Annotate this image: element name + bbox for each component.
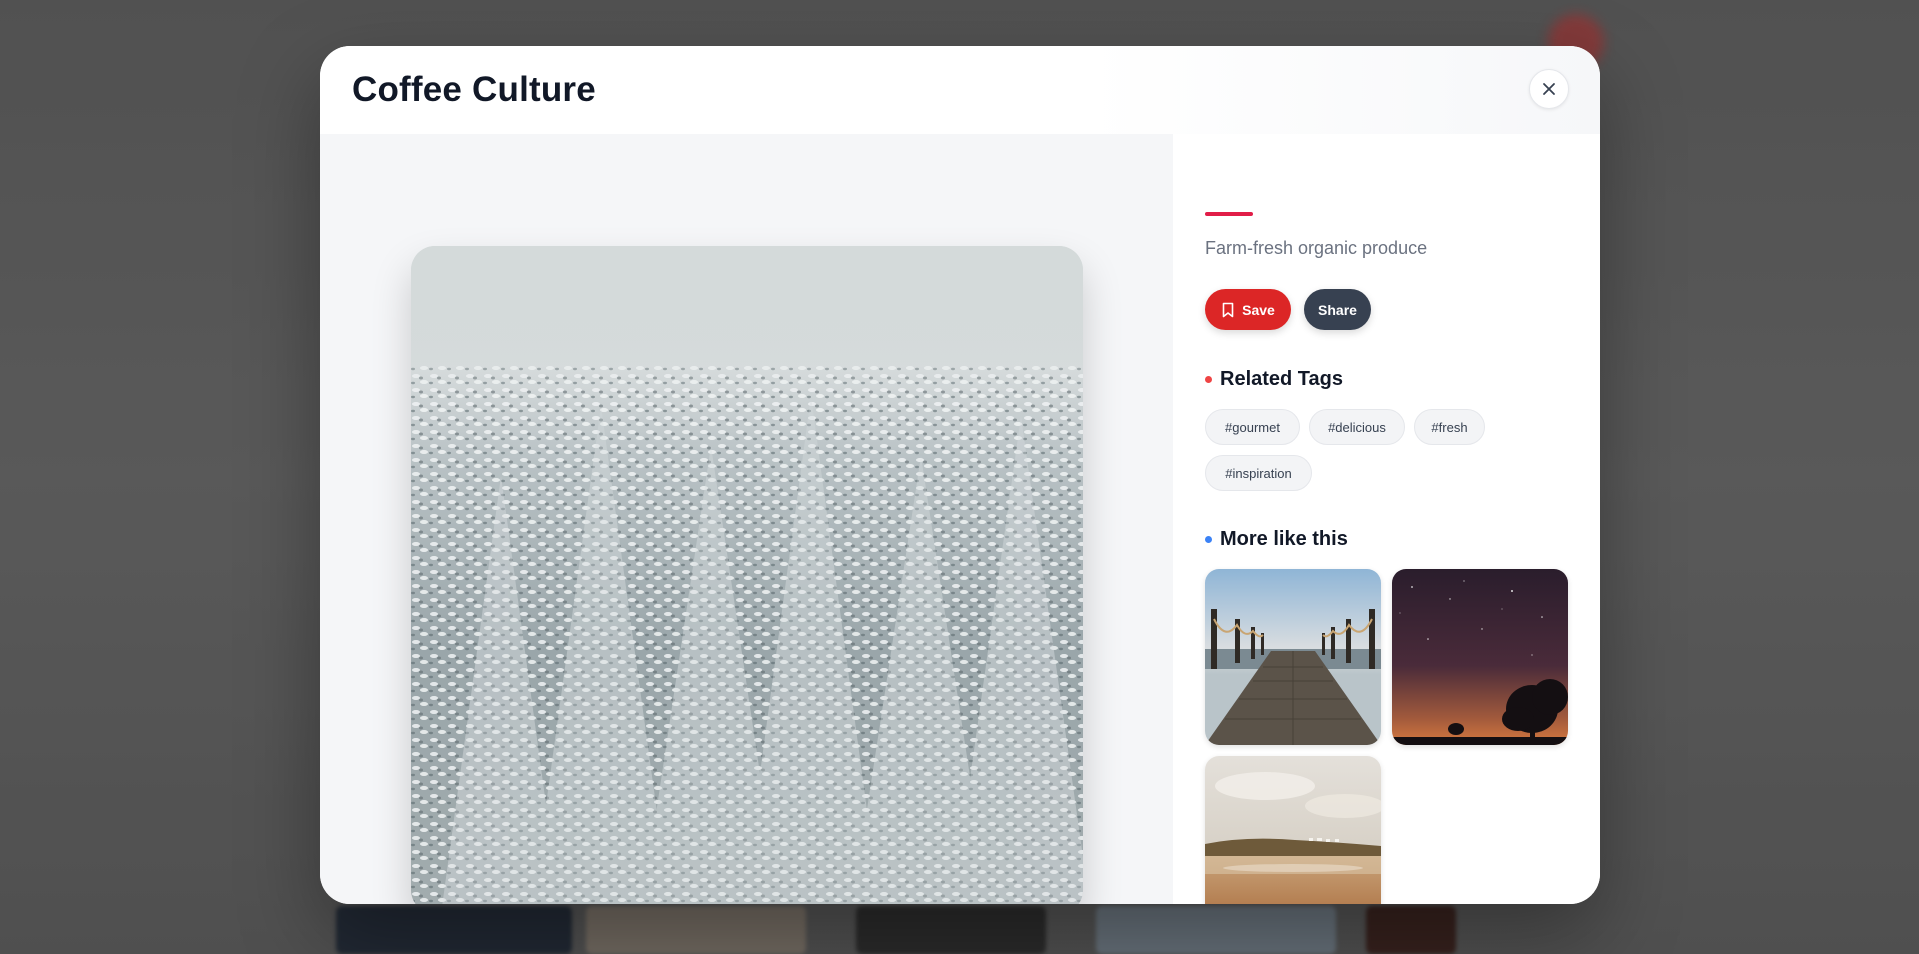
modal-title: Coffee Culture — [352, 70, 596, 109]
tag-delicious[interactable]: #delicious — [1309, 409, 1405, 445]
save-button[interactable]: Save — [1205, 289, 1291, 330]
accent-bar — [1205, 212, 1253, 216]
hero-image[interactable] — [411, 246, 1083, 904]
close-icon — [1543, 83, 1555, 95]
pin-detail-modal: Coffee Culture Farm-fresh organic produc… — [320, 46, 1600, 904]
beach-photo — [1205, 756, 1381, 904]
related-tags-heading: Related Tags — [1205, 368, 1343, 391]
snowy-forest-photo — [411, 246, 1083, 904]
related-tags-heading-text: Related Tags — [1220, 368, 1343, 390]
details-pane: Farm-fresh organic produce Save Share Re… — [1173, 134, 1600, 904]
tag-fresh[interactable]: #fresh — [1414, 409, 1485, 445]
related-pin-pier[interactable] — [1205, 569, 1381, 745]
more-like-this-heading: More like this — [1205, 528, 1348, 551]
more-like-this-dot — [1205, 536, 1212, 543]
related-pin-beach[interactable] — [1205, 756, 1381, 904]
save-button-label: Save — [1242, 301, 1275, 318]
related-tags-dot — [1205, 376, 1212, 383]
tag-inspiration[interactable]: #inspiration — [1205, 455, 1312, 491]
image-pane — [320, 134, 1173, 904]
share-button-label: Share — [1318, 301, 1357, 318]
more-like-this-heading-text: More like this — [1220, 528, 1348, 550]
bookmark-icon — [1222, 302, 1234, 317]
tag-gourmet[interactable]: #gourmet — [1205, 409, 1300, 445]
night-sky-photo — [1392, 569, 1568, 745]
close-button[interactable] — [1529, 69, 1569, 109]
pin-description: Farm-fresh organic produce — [1205, 238, 1428, 258]
pier-photo — [1205, 569, 1381, 745]
share-button[interactable]: Share — [1304, 289, 1371, 330]
modal-header: Coffee Culture — [320, 46, 1600, 134]
related-pin-night-sky[interactable] — [1392, 569, 1568, 745]
